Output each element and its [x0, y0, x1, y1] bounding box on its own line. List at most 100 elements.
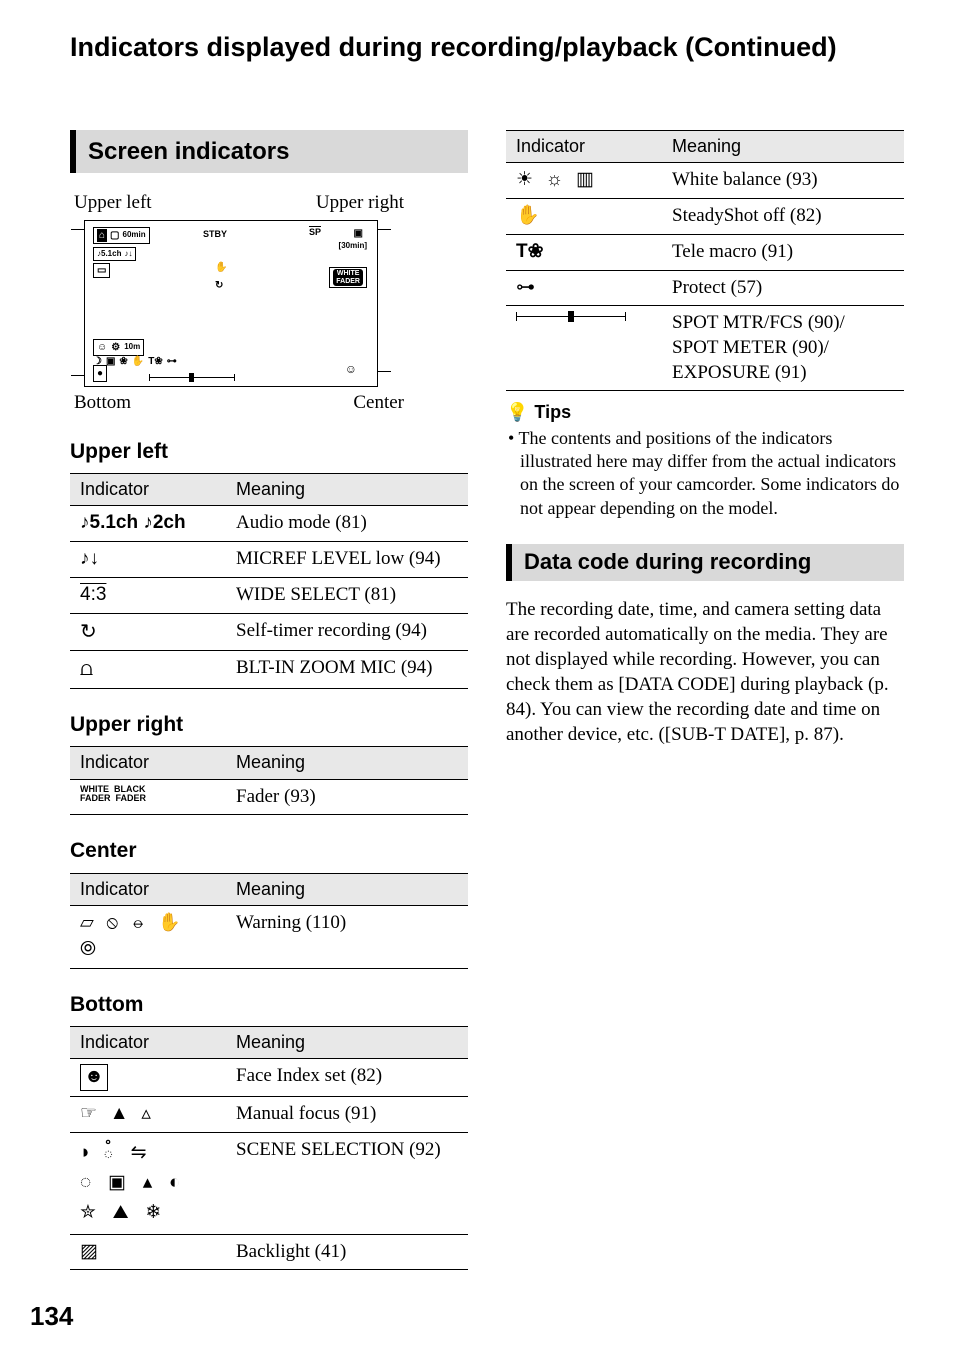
th-meaning: Meaning	[226, 1026, 468, 1058]
tips-note: • The contents and positions of the indi…	[506, 427, 904, 521]
focus-icon: ⚙	[111, 341, 120, 354]
table-row: ↻ Self-timer recording (94)	[70, 613, 468, 651]
meaning-cell: BLT-IN ZOOM MIC (94)	[226, 651, 468, 689]
face-index-icon: ☻	[80, 1064, 108, 1091]
home-icon: ⌂	[97, 229, 107, 242]
meaning-cell: Audio mode (81)	[226, 506, 468, 542]
protect-icon: ⊶	[167, 355, 177, 368]
th-meaning: Meaning	[226, 747, 468, 779]
battery-icon: ▢	[110, 229, 119, 242]
table-row: ⩍ BLT-IN ZOOM MIC (94)	[70, 651, 468, 689]
tele-macro-icon: T❀	[516, 241, 544, 262]
white-balance-icons: ☀ ☼ ▥	[516, 169, 598, 190]
table-row: ▱ ⦸ ⦵ ✋ ⦾ Warning (110)	[70, 906, 468, 968]
meaning-cell: Protect (57)	[662, 270, 904, 306]
table-row: ☀ ☼ ▥ White balance (93)	[506, 163, 904, 199]
meaning-cell: Tele macro (91)	[662, 234, 904, 270]
sixty-min-text: 60min	[123, 230, 146, 240]
label-upper-left: Upper left	[74, 191, 152, 216]
fader-icons: WHITE BLACKFADER FADER	[80, 784, 146, 803]
heading-bottom: Bottom	[70, 991, 468, 1018]
sp-text: SP	[309, 227, 321, 239]
meaning-cell: Face Index set (82)	[226, 1059, 468, 1097]
th-indicator: Indicator	[70, 873, 226, 905]
table-bottom: Indicator Meaning ☻ Face Index set (82) …	[70, 1026, 468, 1271]
exposure-slider-icon	[516, 311, 626, 323]
backlight-icon: ▨	[80, 1241, 98, 1262]
th-indicator: Indicator	[70, 473, 226, 505]
table-bottom-continued: Indicator Meaning ☀ ☼ ▥ White balance (9…	[506, 130, 904, 391]
label-bottom: Bottom	[74, 391, 131, 416]
heading-upper-left: Upper left	[70, 438, 468, 465]
meaning-cell: MICREF LEVEL low (94)	[226, 542, 468, 578]
th-meaning: Meaning	[226, 473, 468, 505]
meaning-cell: Backlight (41)	[226, 1234, 468, 1270]
table-row: ☞ ▲ ▵ Manual focus (91)	[70, 1096, 468, 1132]
th-meaning: Meaning	[226, 873, 468, 905]
table-row: SPOT MTR/FCS (90)/ SPOT METER (90)/ EXPO…	[506, 306, 904, 391]
exposure-bar	[149, 377, 235, 378]
audio-mode-text: ♪5.1ch	[97, 249, 121, 259]
scene-selection-icons: ◗ ఄ ⇋ ◌ ▣ ▴ ◐ ✮ ⛰ ❄	[80, 1138, 220, 1229]
face-icon: ☺	[97, 341, 107, 354]
manual-focus-icons: ☞ ▲ ▵	[80, 1103, 155, 1124]
table-upper-right: Indicator Meaning WHITE BLACKFADER FADER…	[70, 746, 468, 815]
mic-low-icon: ♪↓	[80, 547, 99, 572]
table-row: ◗ ఄ ⇋ ◌ ▣ ▴ ◐ ✮ ⛰ ❄ SCENE SELECTION (92)	[70, 1132, 468, 1234]
table-row: T❀ Tele macro (91)	[506, 234, 904, 270]
table-row: ☻ Face Index set (82)	[70, 1059, 468, 1097]
self-timer-icon: ↻	[80, 621, 97, 643]
page-number: 134	[30, 1300, 904, 1334]
section-screen-indicators: Screen indicators	[70, 130, 468, 173]
table-row: WHITE BLACKFADER FADER Fader (93)	[70, 779, 468, 815]
table-upper-left: Indicator Meaning ♪5.1ch ♪2ch Audio mode…	[70, 473, 468, 689]
wide-select-icon: 4:3	[80, 584, 106, 605]
steadyshot-off-icon: ✋	[516, 205, 540, 226]
th-indicator: Indicator	[70, 747, 226, 779]
table-row: ♪↓ MICREF LEVEL low (94)	[70, 542, 468, 578]
mic-low-icon: ♪↓	[124, 249, 132, 259]
th-meaning: Meaning	[662, 131, 904, 163]
meaning-cell: White balance (93)	[662, 163, 904, 199]
loop-icon: ↻	[215, 279, 223, 292]
label-center: Center	[353, 391, 404, 416]
meaning-cell: Warning (110)	[226, 906, 468, 968]
audio-mode-icon: ♪5.1ch ♪2ch	[80, 512, 186, 533]
meaning-cell: WIDE SELECT (81)	[226, 578, 468, 614]
tips-label: Tips	[534, 401, 571, 424]
page-title: Indicators displayed during recording/pl…	[70, 30, 904, 65]
protect-icon: ⊶	[516, 277, 535, 298]
screen-diagram-box: ⌂ ▢ 60min ♪5.1ch ♪↓ ▭ STBY SP ▣	[84, 220, 378, 387]
table-center: Indicator Meaning ▱ ⦸ ⦵ ✋ ⦾ Warning (110…	[70, 873, 468, 969]
tele-macro-icon: T❀	[148, 355, 163, 368]
table-row: ✋ SteadyShot off (82)	[506, 199, 904, 235]
th-indicator: Indicator	[70, 1026, 226, 1058]
table-row: ▨ Backlight (41)	[70, 1234, 468, 1270]
meaning-cell: Self-timer recording (94)	[226, 613, 468, 651]
meaning-cell: Manual focus (91)	[226, 1096, 468, 1132]
tips-icon: 💡	[506, 401, 528, 424]
no-disc-icon: ⦾	[80, 938, 96, 960]
backlight-icon: ▣	[106, 355, 115, 368]
white-fader-pill: WHITE FADER	[333, 269, 363, 286]
table-row: 4:3 WIDE SELECT (81)	[70, 578, 468, 614]
person-frame-icon: ☺	[345, 362, 357, 378]
disc-tray-icon: ▭	[97, 264, 106, 277]
meaning-cell: SPOT MTR/FCS (90)/ SPOT METER (90)/ EXPO…	[662, 306, 904, 391]
data-code-paragraph: The recording date, time, and camera set…	[506, 597, 904, 747]
meaning-cell: SCENE SELECTION (92)	[226, 1132, 468, 1234]
rec-indicator-icon: ●	[97, 367, 103, 380]
label-upper-right: Upper right	[316, 191, 404, 216]
tips-heading: 💡 Tips	[506, 401, 904, 424]
flower-icon: ❀	[119, 355, 127, 368]
ten-m-text: 10m	[124, 342, 140, 352]
meaning-cell: Fader (93)	[226, 779, 468, 815]
screen-diagram: Upper left Upper right ⌂ ▢ 60min	[70, 191, 468, 415]
warning-icons: ▱ ⦸ ⦵ ✋	[80, 912, 185, 932]
thirty-min-text: [30min]	[339, 241, 367, 251]
steady-off-icon: ✋	[132, 355, 144, 368]
section-data-code: Data code during recording	[506, 544, 904, 581]
heading-center: Center	[70, 837, 468, 864]
stby-text: STBY	[203, 229, 227, 241]
table-row: ♪5.1ch ♪2ch Audio mode (81)	[70, 506, 468, 542]
